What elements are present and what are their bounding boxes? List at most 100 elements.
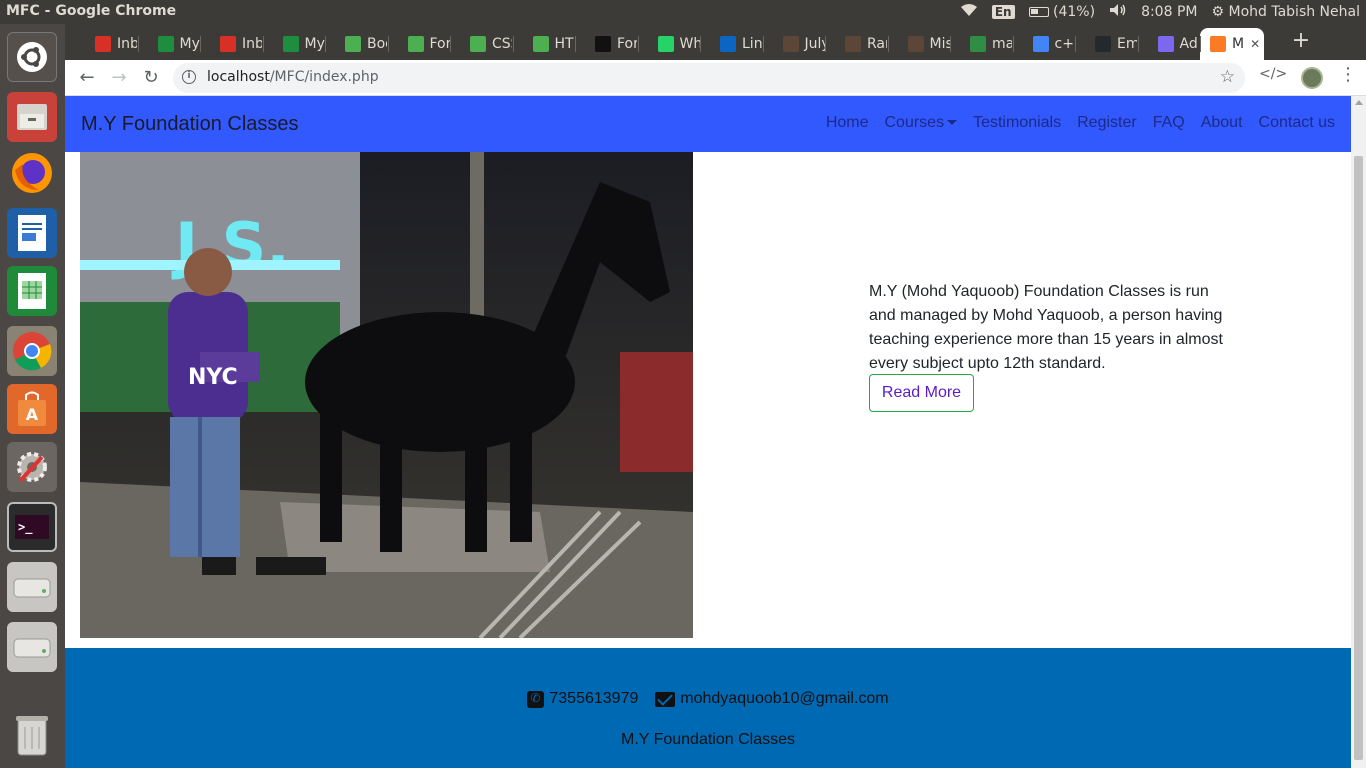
tab-label: My (304, 36, 325, 52)
drive-icon (157, 36, 174, 52)
tab-label: My (179, 36, 200, 52)
volume-icon[interactable] (1109, 3, 1127, 21)
clock[interactable]: 8:08 PM (1141, 4, 1197, 20)
nav-about[interactable]: About (1201, 114, 1243, 132)
libreoffice-writer-icon[interactable] (7, 208, 57, 258)
browser-tab[interactable]: Ad (1138, 28, 1200, 60)
tab-separator (262, 36, 264, 52)
site-brand[interactable]: M.Y Foundation Classes (81, 113, 299, 136)
tab-separator (200, 36, 201, 52)
tab-separator (1137, 36, 1139, 52)
browser-tab[interactable]: Wh (638, 28, 700, 60)
browser-tab[interactable]: My (263, 28, 325, 60)
close-tab-icon[interactable]: ✕ (1250, 37, 1260, 51)
browser-tab[interactable]: Mis (888, 28, 950, 60)
firefox-icon[interactable] (7, 148, 57, 198)
libreoffice-calc-icon[interactable] (7, 266, 57, 316)
forward-icon[interactable]: → (107, 66, 131, 90)
browser-tab[interactable]: Boo (325, 28, 387, 60)
bookmark-star-icon[interactable]: ☆ (1220, 67, 1235, 87)
keyboard-layout-indicator[interactable]: En (991, 5, 1015, 19)
system-settings-icon[interactable] (7, 442, 57, 492)
url-text: localhost/MFC/index.php (207, 69, 379, 85)
tab-label: For (429, 36, 450, 52)
browser-tab[interactable]: Em (1075, 28, 1137, 60)
tab-separator (1200, 36, 1201, 52)
trash-icon[interactable] (7, 710, 57, 760)
browser-tab[interactable]: July (763, 28, 825, 60)
read-more-button[interactable]: Read More (869, 374, 974, 412)
nav-links: Home Courses Testimonials Register FAQ A… (826, 114, 1335, 132)
nav-courses-dropdown[interactable]: Courses (885, 114, 958, 132)
browser-tab[interactable]: Inb (75, 28, 137, 60)
browser-tab[interactable]: Lin (700, 28, 762, 60)
tab-active[interactable]: M ✕ (1200, 28, 1264, 60)
github-icon (1095, 36, 1111, 52)
addon-icon (1157, 36, 1174, 52)
tab-label: M (1232, 36, 1245, 52)
profile-avatar[interactable] (1301, 67, 1323, 89)
tab-separator (575, 36, 576, 52)
site-footer: 7355613979 mohdyaquoob10@gmail.com M.Y F… (65, 648, 1351, 768)
terminal-icon[interactable]: >_ (7, 502, 57, 552)
battery-icon (1028, 7, 1049, 17)
gmail-icon (95, 36, 111, 52)
nav-testimonials[interactable]: Testimonials (973, 114, 1061, 132)
nav-contact[interactable]: Contact us (1259, 114, 1335, 132)
scrollbar-thumb[interactable] (1354, 156, 1363, 760)
new-tab-button[interactable]: + (1287, 28, 1315, 53)
svg-text:A: A (26, 405, 39, 424)
browser-tab[interactable]: For (388, 28, 450, 60)
tab-label: c++ (1054, 36, 1075, 52)
browser-tab[interactable]: Inb (200, 28, 262, 60)
tab-label: Wh (679, 36, 700, 52)
tab-label: Lin (742, 36, 762, 52)
browser-tab[interactable]: Ran (825, 28, 887, 60)
tab-label: ma (992, 36, 1012, 52)
geeks-icon (970, 36, 986, 52)
footer-phone[interactable]: 7355613979 (549, 690, 638, 707)
nav-faq[interactable]: FAQ (1153, 114, 1185, 132)
svg-text:>_: >_ (18, 520, 33, 535)
google-icon (1032, 36, 1049, 52)
page-scrollbar[interactable] (1351, 96, 1366, 768)
chrome-window: M✕AdEmc++maMisRanJulyLinWhForHTMCSSForBo… (65, 24, 1366, 768)
browser-tab[interactable]: For (575, 28, 637, 60)
scroll-up-icon[interactable] (1355, 100, 1363, 105)
wifi-icon[interactable] (960, 3, 978, 21)
tab-separator (137, 36, 139, 52)
battery-indicator[interactable]: (41%) (1028, 4, 1095, 20)
page-viewport: M.Y Foundation Classes Home Courses Test… (65, 96, 1351, 768)
codechef-icon (907, 36, 924, 52)
nav-register[interactable]: Register (1077, 114, 1137, 132)
browser-tab[interactable]: HTM (513, 28, 575, 60)
files-icon[interactable] (7, 92, 57, 142)
xampp-icon (1210, 36, 1226, 52)
address-bar[interactable]: i localhost/MFC/index.php ☆ (173, 63, 1245, 93)
browser-tab[interactable]: ma (950, 28, 1012, 60)
envelope-icon (655, 691, 676, 707)
chrome-icon[interactable] (7, 326, 57, 376)
footer-email[interactable]: mohdyaquoob10@gmail.com (680, 690, 888, 707)
session-menu[interactable]: ⚙ Mohd Tabish Nehal (1211, 4, 1360, 20)
back-icon[interactable]: ← (75, 66, 99, 90)
reload-icon[interactable]: ↻ (139, 66, 163, 90)
ubuntu-dash-icon[interactable] (7, 32, 57, 82)
code-extension-icon[interactable]: </> (1259, 66, 1287, 82)
gmail-icon (220, 36, 236, 52)
tab-label: Em (1117, 36, 1137, 52)
menu-kebab-icon[interactable]: ⋮ (1339, 64, 1357, 85)
browser-tab[interactable]: My (138, 28, 200, 60)
drive-icon[interactable] (7, 622, 57, 672)
tab-label: Mis (929, 36, 950, 52)
browser-tab[interactable]: c++ (1013, 28, 1075, 60)
nav-home[interactable]: Home (826, 114, 869, 132)
tab-label: Inb (117, 36, 137, 52)
site-info-icon[interactable]: i (182, 70, 196, 84)
drive-icon[interactable] (7, 562, 57, 612)
software-center-icon[interactable]: A (7, 384, 57, 434)
tab-separator (1075, 36, 1076, 52)
tab-separator (450, 36, 451, 52)
phone-icon (527, 690, 545, 708)
browser-tab[interactable]: CSS (450, 28, 512, 60)
